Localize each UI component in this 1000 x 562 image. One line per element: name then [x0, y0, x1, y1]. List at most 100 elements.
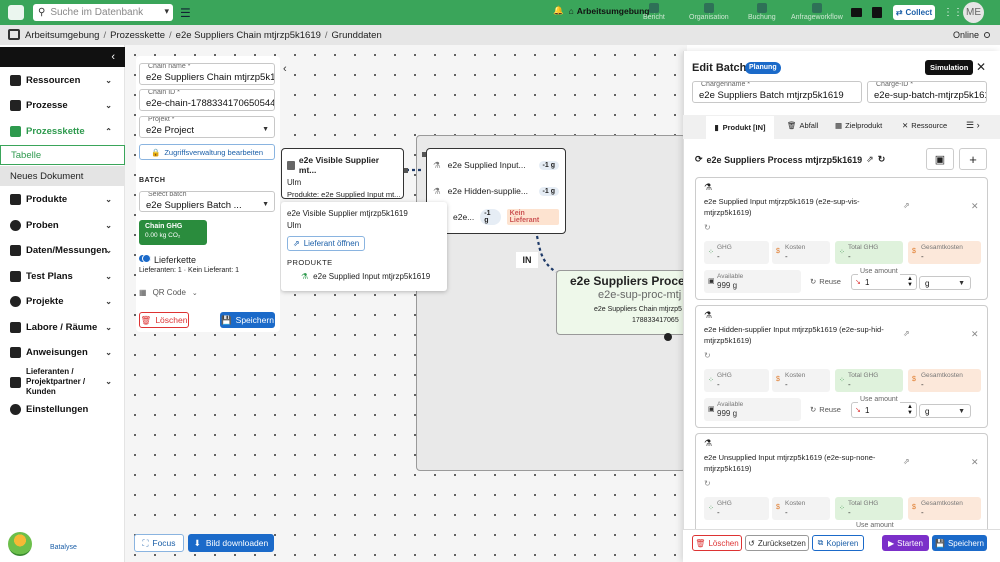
save-icon: 💾 [221, 314, 232, 325]
process-icon: ⟳ [695, 154, 703, 164]
use-amount-field[interactable]: Use amount ↘ 1 ▲ ▼ [851, 396, 917, 418]
recycle-icon: ↻ [810, 277, 817, 286]
inputs-node[interactable]: ⚗ e2e Supplied Input... -1 g ⚗ e2e Hidden-s… [426, 148, 566, 234]
tools-icon: ✕ [902, 121, 909, 130]
chain-id-field[interactable]: Chain ID * e2e-chain-1788334170650544 [139, 89, 275, 111]
reset-button[interactable]: ↺ Zurücksetzen [745, 535, 809, 551]
refresh-icon[interactable]: ↻ [878, 154, 886, 165]
input-card: ⚗ e2e Hidden-supplier Input mtjrzp5k1619… [695, 305, 988, 428]
recycle-icon: ↻ [810, 405, 817, 414]
box-icon: ▣ [708, 406, 715, 413]
chain-ghg-card: Chain GHG 0.00 kg CO₂ [139, 220, 207, 245]
remove-icon[interactable]: ✕ [971, 457, 979, 468]
tab-abfall[interactable]: 🗑 Abfall [787, 121, 818, 130]
external-link-icon[interactable]: ⇗ [903, 329, 910, 338]
copy-button[interactable]: ⧉ Kopieren [812, 535, 864, 551]
available-stat: ▣ Available 999 g [704, 398, 801, 421]
edge-label: IN [516, 252, 538, 268]
input-card: ⚗ e2e Unsupplied Input mtjrzp5k1619 (e2e… [695, 433, 988, 529]
access-management-button[interactable]: 🔒 Zugriffsverwaltung bearbeiten [139, 144, 275, 160]
batch-id-field[interactable]: Charge-ID * e2e-sup-batch-mtjrzp5k1619 [867, 81, 987, 103]
use-amount-field[interactable]: Use amount ↘ 1 ▲ ▼ [851, 268, 917, 290]
reuse-toggle[interactable]: ↻ Reuse [810, 277, 841, 286]
tab-ressource[interactable]: ✕ Ressource [902, 121, 947, 130]
remove-icon[interactable]: ✕ [971, 201, 979, 212]
delete-batch-button[interactable]: 🗑 Löschen [692, 535, 742, 551]
download-image-button[interactable]: ⬇ Bild downloaden [188, 534, 274, 552]
qr-code-toggle[interactable]: ▦ QR Code ⌄ [139, 288, 198, 297]
focus-icon: ⛶ [142, 537, 149, 548]
process-subtitle: e2e-sup-proc-mtj [598, 289, 682, 301]
close-icon[interactable]: ✕ [976, 60, 986, 74]
reuse-toggle[interactable]: ↻ Reuse [810, 405, 841, 414]
ghg-icon: ⁘ [708, 505, 714, 512]
list-item[interactable]: ⚗ e2e Supplied Input... -1 g [433, 153, 559, 177]
remove-icon[interactable]: ✕ [971, 329, 979, 340]
popup-products-heading: PRODUKTE [287, 258, 333, 267]
flask-icon: ⚗ [704, 438, 713, 448]
flask-icon: ⚗ [704, 310, 713, 320]
amount-badge: -1 g [480, 209, 501, 225]
flask-icon: ⚗ [704, 182, 713, 192]
list-item[interactable]: e2e... -1 g Kein Lieferant [453, 205, 559, 229]
start-button[interactable]: ▶ Starten [882, 535, 929, 551]
external-link-icon[interactable]: ⇗ [903, 201, 910, 210]
supplier-stats: Lieferanten: 1 · Kein Lieferant: 1 [139, 267, 240, 274]
supplier-node[interactable]: e2e Visible Supplier mt... Ulm Produkte:… [281, 148, 404, 199]
cost-icon: $ [776, 248, 780, 255]
simulation-button[interactable]: Simulation [925, 60, 974, 75]
supply-chain-toggle[interactable] [139, 254, 151, 263]
input-card: ⚗ e2e Supplied Input mtjrzp5k1619 (e2e-s… [695, 177, 988, 300]
refresh-icon[interactable]: ↻ [704, 351, 711, 360]
project-select[interactable]: Projekt * e2e Project ▼ [139, 116, 275, 138]
chain-name-field[interactable]: Chain name * e2e Suppliers Chain mtjrzp5k… [139, 63, 275, 85]
tab-produkt-in[interactable]: ▮ Produkt [IN] [706, 116, 774, 139]
target-icon: ▦ [835, 121, 843, 130]
process-id: 178833417065 [632, 317, 679, 324]
chevron-down-icon: ▼ [958, 408, 965, 415]
input-title: e2e Hidden-supplier Input mtjrzp5k1619 (… [704, 325, 884, 345]
unit-select[interactable]: g ▼ [919, 404, 971, 418]
input-title: e2e Unsupplied Input mtjrzp5k1619 (e2e-s… [704, 453, 876, 473]
process-node[interactable]: e2e Suppliers Proces e2e-sup-proc-mtj e2… [556, 270, 687, 335]
save-batch-button[interactable]: 💾 Speichern [932, 535, 987, 551]
external-link-icon[interactable]: ⇗ [903, 457, 910, 466]
external-link-icon[interactable]: ⇗ [866, 154, 874, 165]
save-button[interactable]: 💾 Speichern [220, 312, 275, 328]
available-stat: ▣ Available 999 g [704, 270, 801, 293]
building-icon [287, 160, 295, 170]
batch-name-field[interactable]: Chargenname * e2e Suppliers Batch mtjrzp5… [692, 81, 862, 103]
save-icon: 💾 [935, 538, 945, 548]
cost-icon: $ [912, 376, 916, 383]
supplier-products: Produkte: e2e Supplied Input mt... [287, 190, 401, 199]
reset-icon: ↺ [748, 538, 755, 548]
trash-icon: 🗑 [695, 538, 706, 548]
cost-icon: $ [776, 376, 780, 383]
batch-heading: BATCH [139, 177, 166, 184]
more-tabs-icon[interactable]: ☰ › [966, 120, 980, 131]
popup-product[interactable]: ⚗ e2e Supplied Input mtjrzp5k1619 [287, 272, 441, 281]
unit-select[interactable]: g ▼ [919, 276, 971, 290]
focus-button[interactable]: ⛶ Focus [134, 534, 184, 552]
chevron-down-icon: ▼ [262, 201, 269, 208]
edge-inputs-to-process [535, 235, 557, 273]
chevron-down-icon: ▼ [958, 280, 965, 287]
amount-icon: ↘ [855, 407, 861, 414]
stepper-icon[interactable]: ▲ ▼ [907, 276, 913, 288]
total-ghg-stat: ⁘ Total GHG - [835, 497, 903, 520]
popup-title: e2e Visible Supplier mtjrzp5k1619 [287, 209, 408, 218]
open-supplier-button[interactable]: ⇗ Lieferant öffnen [287, 236, 366, 251]
list-item[interactable]: ⚗ e2e Hidden-supplie... -1 g [433, 177, 559, 205]
calendar-button[interactable]: ▣ [926, 148, 954, 170]
stepper-icon[interactable]: ▲ ▼ [907, 404, 913, 416]
select-batch[interactable]: Select batch e2e Suppliers Batch ... ▼ [139, 191, 275, 212]
chevron-down-icon: ▼ [262, 126, 269, 133]
amount-icon: ↘ [855, 279, 861, 286]
port-dot[interactable] [664, 333, 672, 341]
ghg-stat: ⁘ GHG - [704, 497, 769, 520]
delete-button[interactable]: 🗑 Löschen [139, 312, 189, 328]
add-button[interactable]: + [959, 148, 987, 170]
tab-zielprodukt[interactable]: ▦ Zielprodukt [835, 121, 882, 130]
refresh-icon[interactable]: ↻ [704, 479, 711, 488]
refresh-icon[interactable]: ↻ [704, 223, 711, 232]
